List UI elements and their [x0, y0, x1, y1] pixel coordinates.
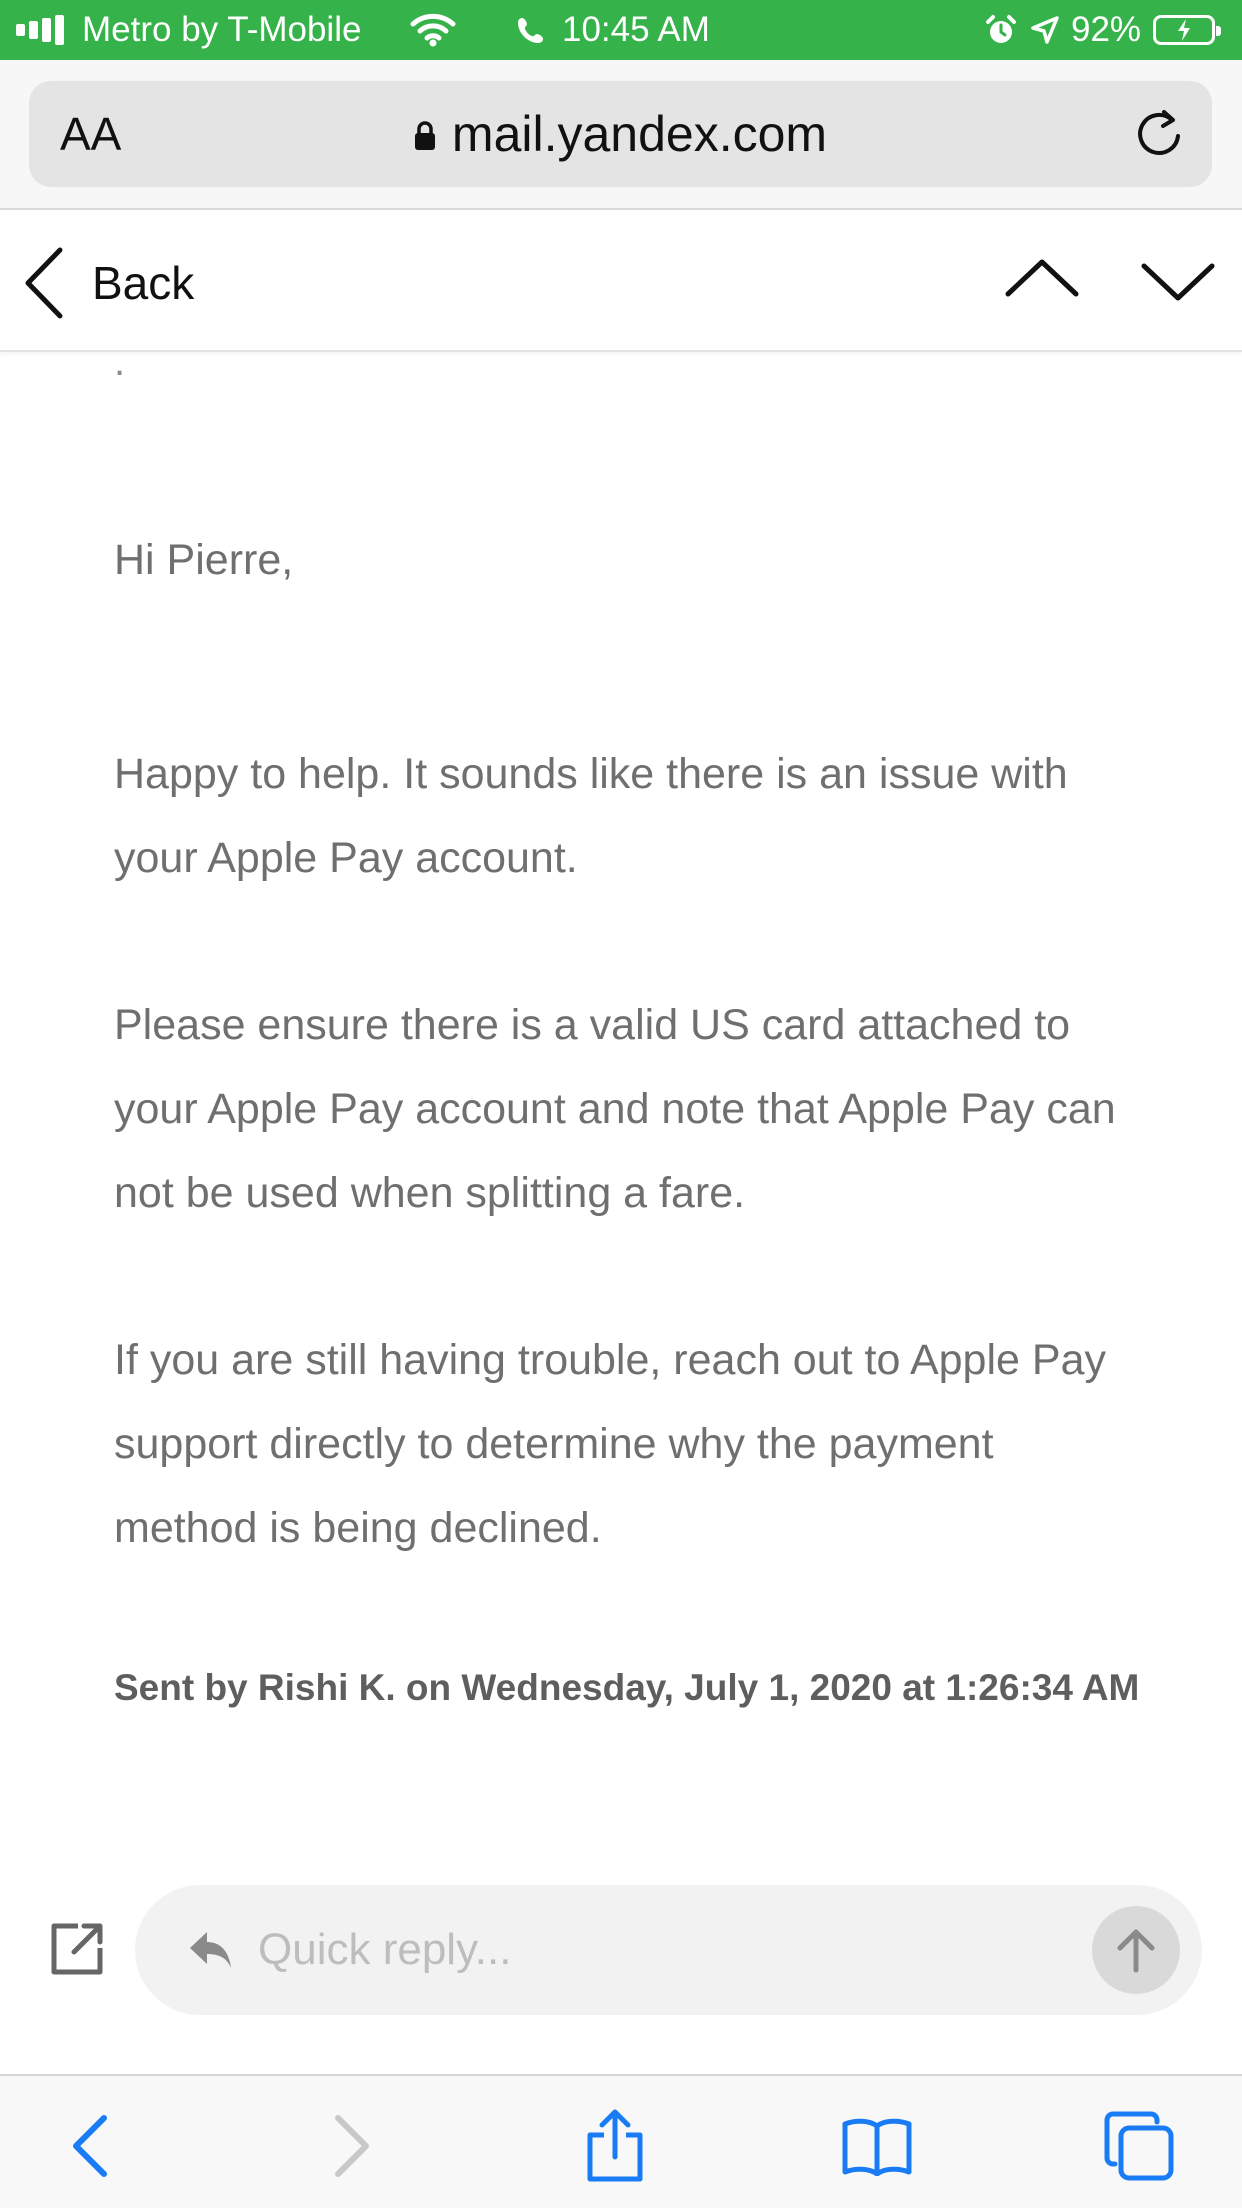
- next-message-button[interactable]: [1140, 254, 1216, 313]
- share-icon: [587, 2109, 643, 2182]
- url-text: mail.yandex.com: [451, 106, 828, 162]
- separator-dot: .: [114, 340, 126, 384]
- battery-charging-icon: [1153, 0, 1221, 60]
- back-icon: [73, 2115, 107, 2177]
- previous-message-button[interactable]: [1004, 254, 1080, 313]
- battery-percent: 92%: [1071, 10, 1142, 49]
- bookmarks-icon: [842, 2118, 912, 2176]
- signal-icon: [16, 0, 68, 60]
- reload-icon[interactable]: [1134, 108, 1186, 160]
- address-bar[interactable]: AA mail.yandex.com: [29, 81, 1212, 187]
- url-display[interactable]: mail.yandex.com: [29, 81, 1212, 187]
- send-arrow-icon: [1117, 1929, 1155, 1973]
- status-bar: Metro by T-Mobile 10:45 AM 92%: [0, 0, 1242, 60]
- compose-icon[interactable]: [48, 1920, 106, 1983]
- lock-icon: [414, 121, 435, 150]
- location-arrow-icon: [1030, 0, 1060, 60]
- back-label: Back: [92, 257, 195, 309]
- browser-forward-button[interactable]: [312, 2106, 392, 2186]
- chevron-left-icon: [25, 247, 63, 319]
- mail-nav-header: Back: [0, 210, 1242, 352]
- wifi-icon: [410, 0, 456, 60]
- email-signature: Sent by Rishi K. on Wednesday, July 1, 2…: [114, 1667, 1140, 1708]
- email-greeting: Hi Pierre,: [114, 536, 294, 584]
- email-paragraph: Happy to help. It sounds like there is a…: [114, 750, 1068, 882]
- carrier-name: Metro by T-Mobile: [82, 10, 362, 49]
- quick-reply-bar[interactable]: [135, 1885, 1202, 2015]
- status-time: 10:45 AM: [562, 10, 710, 49]
- share-button[interactable]: [575, 2106, 655, 2186]
- tabs-icon: [1104, 2111, 1174, 2181]
- browser-toolbar: [0, 2074, 1242, 2208]
- back-button[interactable]: Back: [22, 246, 194, 320]
- tabs-button[interactable]: [1099, 2106, 1179, 2186]
- alarm-icon: [985, 0, 1017, 60]
- quick-reply-input[interactable]: [258, 1885, 1058, 2015]
- browser-back-button[interactable]: [50, 2106, 130, 2186]
- phone-icon: [516, 0, 546, 60]
- send-button[interactable]: [1092, 1906, 1180, 1994]
- email-paragraph: Please ensure there is a valid US card a…: [114, 1001, 1116, 1217]
- bookmarks-button[interactable]: [837, 2106, 917, 2186]
- chevron-up-icon: [1005, 259, 1079, 297]
- email-paragraph: If you are still having trouble, reach o…: [114, 1336, 1106, 1552]
- forward-icon: [335, 2115, 369, 2177]
- address-bar-area: AA mail.yandex.com: [0, 60, 1242, 210]
- chevron-down-icon: [1141, 263, 1215, 301]
- reply-arrow-icon: [190, 1932, 231, 1968]
